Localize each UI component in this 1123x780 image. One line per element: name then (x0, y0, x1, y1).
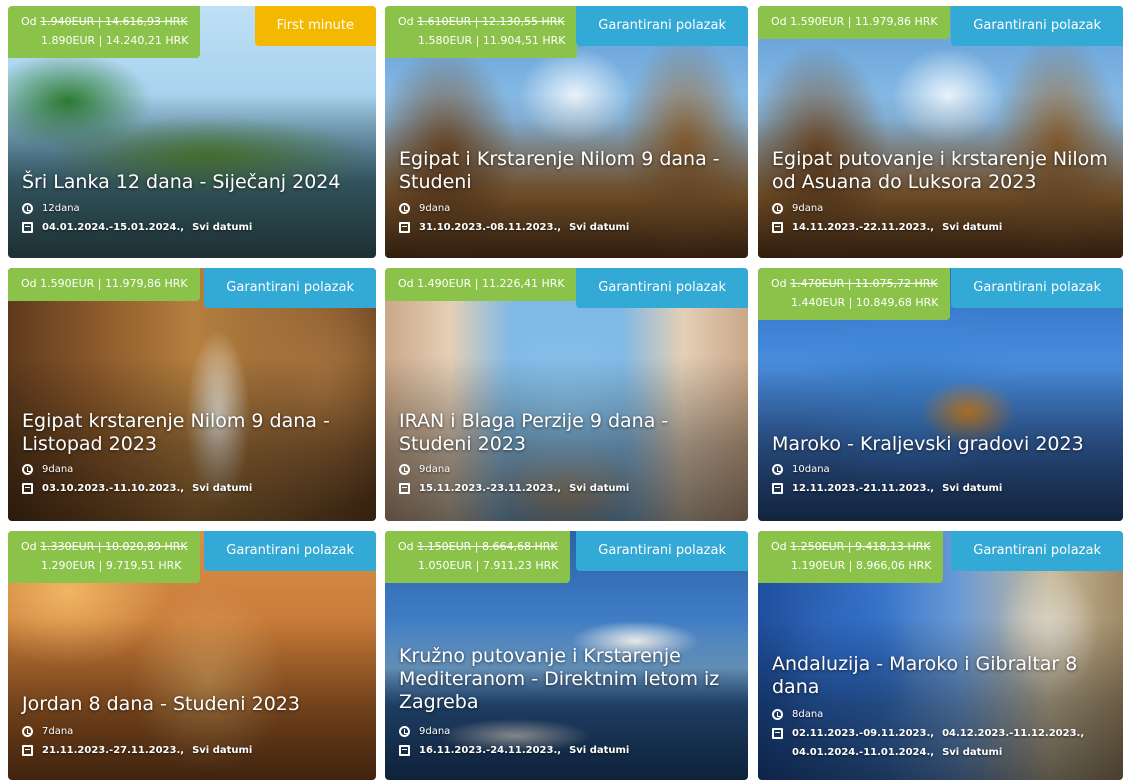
price-tag: Od 1.940EUR | 14.616,93 HRK 1.890EUR | 1… (8, 6, 201, 58)
clock-icon (399, 203, 410, 214)
old-price: 1.470EUR | 11.075,72 HRK (790, 277, 938, 290)
clock-icon (22, 203, 33, 214)
date-range: 16.11.2023.-24.11.2023., (419, 745, 562, 756)
guaranteed-departure-badge: Garantirani polazak (204, 268, 376, 308)
clock-icon (399, 726, 410, 737)
price-tag: Od 1.330EUR | 10.020,89 HRK 1.290EUR | 9… (8, 531, 200, 583)
date-range: 12.11.2023.-21.11.2023., (792, 483, 935, 494)
all-dates-link[interactable]: Svi datumi (569, 741, 629, 760)
tour-card-egypt-november[interactable]: Od 1.610EUR | 12.130,55 HRK 1.580EUR | 1… (385, 6, 748, 258)
date-range: 21.11.2023.-27.11.2023., (42, 745, 185, 756)
new-price: 1.290EUR | 9.719,51 HRK (41, 559, 182, 572)
date-range: 14.11.2023.-22.11.2023., (792, 222, 935, 233)
tour-title[interactable]: Andaluzija - Maroko i Gibraltar 8 dana (772, 653, 1103, 699)
new-price: 1.890EUR | 14.240,21 HRK (41, 34, 189, 47)
all-dates-link[interactable]: Svi datumi (192, 741, 252, 760)
price-tag: Od 1.610EUR | 12.130,55 HRK 1.580EUR | 1… (385, 6, 578, 58)
clock-icon (772, 203, 783, 214)
duration: 9dana (419, 464, 451, 475)
guaranteed-departure-badge: Garantirani polazak (576, 6, 748, 46)
date-range-3: 04.01.2024.-11.01.2024., (792, 747, 935, 758)
duration: 9dana (419, 203, 451, 214)
duration: 9dana (42, 464, 74, 475)
duration: 7dana (42, 726, 74, 737)
tour-title[interactable]: Kružno putovanje i Krstarenje Mediterano… (399, 645, 736, 714)
guaranteed-departure-badge: Garantirani polazak (951, 268, 1123, 308)
price: 1.590EUR | 11.979,86 HRK (790, 15, 938, 28)
clock-icon (772, 464, 783, 475)
calendar-icon (22, 483, 33, 494)
new-price: 1.050EUR | 7.911,23 HRK (418, 559, 559, 572)
price: 1.490EUR | 11.226,41 HRK (417, 277, 565, 290)
clock-icon (22, 726, 33, 737)
new-price: 1.440EUR | 10.849,68 HRK (791, 296, 939, 309)
new-price: 1.190EUR | 8.966,06 HRK (791, 559, 932, 572)
tour-card-mediterranean-cruise[interactable]: Od 1.150EUR | 8.664,68 HRK 1.050EUR | 7.… (385, 531, 748, 780)
tour-card-sri-lanka[interactable]: Od 1.940EUR | 14.616,93 HRK 1.890EUR | 1… (8, 6, 376, 258)
tour-title[interactable]: Egipat krstarenje Nilom 9 dana - Listopa… (22, 410, 364, 456)
clock-icon (399, 464, 410, 475)
price-tag: Od 1.590EUR | 11.979,86 HRK (758, 6, 950, 39)
tour-grid: Od 1.940EUR | 14.616,93 HRK 1.890EUR | 1… (0, 0, 1123, 780)
tour-card-jordan[interactable]: Od 1.330EUR | 10.020,89 HRK 1.290EUR | 9… (8, 531, 376, 780)
first-minute-badge: First minute (254, 6, 376, 46)
old-price: 1.940EUR | 14.616,93 HRK (40, 15, 188, 28)
duration: 12dana (42, 203, 80, 214)
duration: 8dana (792, 709, 824, 720)
date-range: 04.01.2024.-15.01.2024., (42, 222, 185, 233)
all-dates-link[interactable]: Svi datumi (192, 479, 252, 498)
calendar-icon (772, 222, 783, 233)
tour-title[interactable]: Maroko - Kraljevski gradovi 2023 (772, 433, 1111, 456)
price-tag: Od 1.470EUR | 11.075,72 HRK 1.440EUR | 1… (758, 268, 951, 320)
tour-title[interactable]: Egipat putovanje i krstarenje Nilom od A… (772, 148, 1111, 194)
guaranteed-departure-badge: Garantirani polazak (576, 531, 748, 571)
clock-icon (22, 464, 33, 475)
price-tag: Od 1.590EUR | 11.979,86 HRK (8, 268, 200, 301)
price-tag: Od 1.490EUR | 11.226,41 HRK (385, 268, 577, 301)
all-dates-link[interactable]: Svi datumi (942, 479, 1002, 498)
calendar-icon (22, 745, 33, 756)
price-tag: Od 1.150EUR | 8.664,68 HRK 1.050EUR | 7.… (385, 531, 571, 583)
guaranteed-departure-badge: Garantirani polazak (951, 531, 1123, 571)
calendar-icon (399, 745, 410, 756)
duration: 9dana (792, 203, 824, 214)
tour-title[interactable]: Šri Lanka 12 dana - Siječanj 2024 (22, 171, 364, 194)
tour-card-andalusia-morocco[interactable]: Od 1.250EUR | 9.418,13 HRK 1.190EUR | 8.… (758, 531, 1123, 780)
guaranteed-departure-badge: Garantirani polazak (951, 6, 1123, 46)
old-price: 1.330EUR | 10.020,89 HRK (40, 540, 188, 553)
tour-title[interactable]: Jordan 8 dana - Studeni 2023 (22, 693, 364, 716)
tour-title[interactable]: Egipat i Krstarenje Nilom 9 dana - Stude… (399, 148, 736, 194)
date-range: 03.10.2023.-11.10.2023., (42, 483, 185, 494)
all-dates-link[interactable]: Svi datumi (192, 218, 252, 237)
tour-card-egypt-october[interactable]: Od 1.590EUR | 11.979,86 HRK Garantirani … (8, 268, 376, 521)
all-dates-link[interactable]: Svi datumi (569, 479, 629, 498)
calendar-icon (772, 728, 783, 739)
tour-card-egypt-aswan-luxor[interactable]: Od 1.590EUR | 11.979,86 HRK Garantirani … (758, 6, 1123, 258)
all-dates-link[interactable]: Svi datumi (942, 218, 1002, 237)
calendar-icon (22, 222, 33, 233)
old-price: 1.250EUR | 9.418,13 HRK (790, 540, 931, 553)
date-range-2: 04.12.2023.-11.12.2023., (942, 728, 1085, 739)
duration: 9dana (419, 726, 451, 737)
price: 1.590EUR | 11.979,86 HRK (40, 277, 188, 290)
calendar-icon (399, 222, 410, 233)
date-range: 02.11.2023.-09.11.2023., (792, 728, 935, 739)
duration: 10dana (792, 464, 830, 475)
old-price: 1.150EUR | 8.664,68 HRK (417, 540, 558, 553)
calendar-icon (399, 483, 410, 494)
date-range: 31.10.2023.-08.11.2023., (419, 222, 562, 233)
price-tag: Od 1.250EUR | 9.418,13 HRK 1.190EUR | 8.… (758, 531, 944, 583)
tour-card-morocco[interactable]: Od 1.470EUR | 11.075,72 HRK 1.440EUR | 1… (758, 268, 1123, 521)
guaranteed-departure-badge: Garantirani polazak (204, 531, 376, 571)
new-price: 1.580EUR | 11.904,51 HRK (418, 34, 566, 47)
all-dates-link[interactable]: Svi datumi (942, 743, 1002, 762)
old-price: 1.610EUR | 12.130,55 HRK (417, 15, 565, 28)
date-range: 15.11.2023.-23.11.2023., (419, 483, 562, 494)
all-dates-link[interactable]: Svi datumi (569, 218, 629, 237)
tour-card-iran[interactable]: Od 1.490EUR | 11.226,41 HRK Garantirani … (385, 268, 748, 521)
calendar-icon (772, 483, 783, 494)
tour-title[interactable]: IRAN i Blaga Perzije 9 dana - Studeni 20… (399, 410, 736, 456)
clock-icon (772, 709, 783, 720)
guaranteed-departure-badge: Garantirani polazak (576, 268, 748, 308)
